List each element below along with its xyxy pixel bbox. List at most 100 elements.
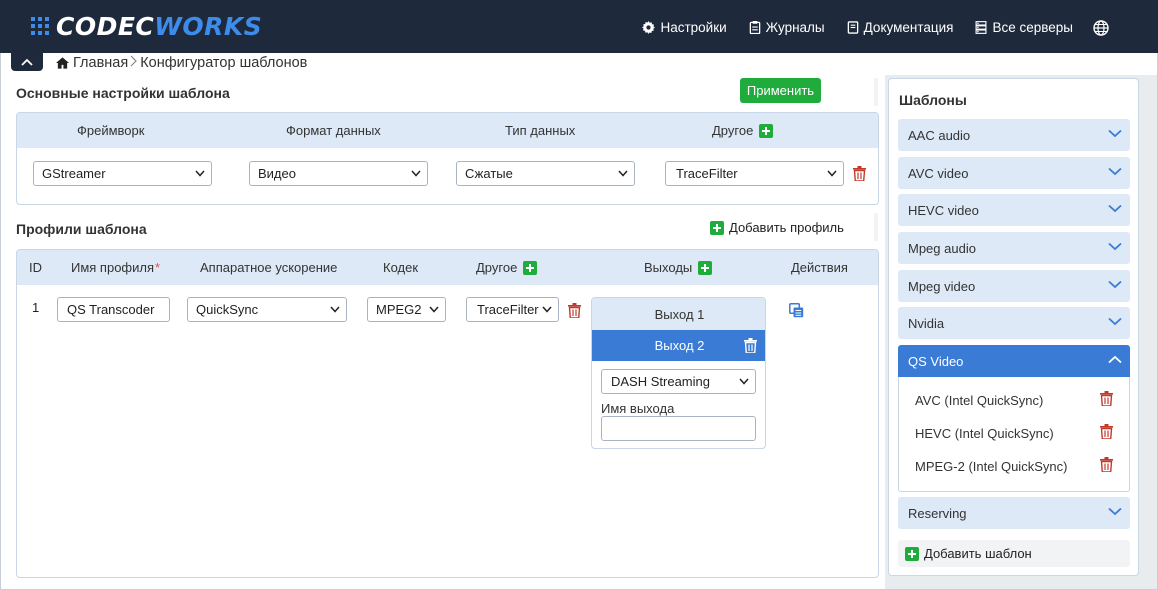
header-other: Другое xyxy=(712,123,774,138)
codec-select[interactable]: MPEG2 xyxy=(367,297,446,322)
collapse-header-button[interactable] xyxy=(11,53,43,71)
other-filter-select[interactable]: TraceFilter xyxy=(665,161,844,186)
output-protocol-value: DASH Streaming xyxy=(611,374,710,389)
header-framework: Фреймворк xyxy=(77,123,145,138)
chevron-down-icon xyxy=(1108,507,1122,516)
required-mark: * xyxy=(155,260,161,275)
hw-acceleration-value: QuickSync xyxy=(196,302,259,317)
template-item-avc-quicksync[interactable]: AVC (Intel QuickSync) xyxy=(915,393,1043,408)
templates-sidebar: Шаблоны AAC audio AVC video HEVC video M… xyxy=(888,78,1139,576)
qs-video-template-list: AVC (Intel QuickSync) HEVC (Intel QuickS… xyxy=(898,377,1130,492)
delete-profile-filter-trash-icon[interactable] xyxy=(568,303,581,318)
header-codec: Кодек xyxy=(383,260,419,275)
hw-acceleration-select[interactable]: QuickSync xyxy=(187,297,347,322)
panel-edge xyxy=(874,78,878,106)
template-item-mpeg2-quicksync[interactable]: MPEG-2 (Intel QuickSync) xyxy=(915,459,1067,474)
add-other-plus-icon[interactable] xyxy=(759,123,774,138)
output-tab-2-label: Выход 2 xyxy=(654,338,705,353)
add-template-button[interactable]: Добавить шаблон xyxy=(898,540,1130,567)
template-item-hevc-quicksync[interactable]: HEVC (Intel QuickSync) xyxy=(915,426,1054,441)
logo-grid-icon xyxy=(31,17,49,35)
template-group-label: Mpeg audio xyxy=(908,240,976,256)
profiles-title: Профили шаблона xyxy=(16,221,147,237)
output-tab-1[interactable]: Выход 1 xyxy=(592,298,765,330)
plus-icon xyxy=(710,220,724,235)
framework-value: GStreamer xyxy=(42,166,106,181)
chevron-down-icon xyxy=(618,170,628,177)
template-group-avc-video[interactable]: AVC video xyxy=(898,157,1130,189)
template-group-label: QS Video xyxy=(908,353,964,369)
basic-settings-card: Фреймворк Формат данных Тип данных Друго… xyxy=(16,112,879,205)
template-group-label: Mpeg video xyxy=(908,278,976,294)
journal-icon xyxy=(749,21,760,34)
add-output-plus-icon[interactable] xyxy=(698,260,713,275)
templates-title: Шаблоны xyxy=(899,92,967,108)
nav-all-servers-label: Все серверы xyxy=(992,20,1073,35)
header-profile-name-label: Имя профиля xyxy=(71,260,155,275)
language-globe-icon[interactable] xyxy=(1093,20,1109,39)
chevron-down-icon xyxy=(330,306,340,313)
breadcrumb-home[interactable]: Главная xyxy=(56,55,128,71)
output-name-input[interactable] xyxy=(601,416,756,441)
header-actions: Действия xyxy=(791,260,848,275)
template-group-aac-audio[interactable]: AAC audio xyxy=(898,119,1130,151)
chevron-down-icon xyxy=(1108,204,1122,213)
output-protocol-select[interactable]: DASH Streaming xyxy=(601,369,756,394)
apply-button[interactable]: Применить xyxy=(740,78,821,103)
add-profile-label: Добавить профиль xyxy=(729,220,844,235)
header-outputs-label: Выходы xyxy=(644,260,693,275)
top-navigation: Настройки Журналы Документация Все серве… xyxy=(620,1,1073,54)
nav-documentation[interactable]: Документация xyxy=(847,20,953,35)
header-data-format: Формат данных xyxy=(286,123,381,138)
breadcrumb-current: Конфигуратор шаблонов xyxy=(140,55,308,71)
breadcrumb-separator-icon xyxy=(130,55,138,71)
chevron-up-icon xyxy=(1108,355,1122,364)
template-group-label: AAC audio xyxy=(908,127,971,143)
chevron-down-icon xyxy=(1108,129,1122,138)
profile-filter-value: TraceFilter xyxy=(477,302,539,317)
plus-icon xyxy=(905,546,919,561)
profile-filter-select[interactable]: TraceFilter xyxy=(466,297,559,322)
chevron-down-icon xyxy=(411,170,421,177)
profile-name-value: QS Transcoder xyxy=(67,302,155,317)
chevron-down-icon xyxy=(739,378,749,385)
template-group-reserving[interactable]: Reserving xyxy=(898,497,1130,529)
breadcrumb: Главная Конфигуратор шаблонов xyxy=(56,55,307,71)
logo[interactable]: CODECWORKS xyxy=(31,11,262,41)
profile-name-input[interactable]: QS Transcoder xyxy=(57,297,170,322)
nav-all-servers[interactable]: Все серверы xyxy=(975,20,1073,35)
nav-journals[interactable]: Журналы xyxy=(749,20,825,35)
header-id: ID xyxy=(29,260,42,275)
framework-select[interactable]: GStreamer xyxy=(33,161,212,186)
add-profile-other-plus-icon[interactable] xyxy=(523,260,538,275)
add-template-label: Добавить шаблон xyxy=(924,546,1032,561)
template-group-label: Nvidia xyxy=(908,315,945,331)
delete-template-trash-icon[interactable] xyxy=(1100,424,1113,439)
header-profile-other: Другое xyxy=(476,260,538,275)
template-group-hevc-video[interactable]: HEVC video xyxy=(898,194,1130,226)
data-format-select[interactable]: Видео xyxy=(249,161,428,186)
data-type-select[interactable]: Сжатые xyxy=(456,161,635,186)
delete-filter-trash-icon[interactable] xyxy=(853,166,866,181)
chevron-up-icon xyxy=(21,58,33,66)
chevron-down-icon xyxy=(827,170,837,177)
delete-template-trash-icon[interactable] xyxy=(1100,391,1113,406)
template-group-nvidia[interactable]: Nvidia xyxy=(898,307,1130,339)
profile-id: 1 xyxy=(32,300,40,315)
template-group-qs-video[interactable]: QS Video xyxy=(898,345,1130,377)
add-profile-button[interactable]: Добавить профиль xyxy=(710,220,844,235)
output-tab-2[interactable]: Выход 2 xyxy=(592,330,765,361)
copy-profile-icon[interactable] xyxy=(789,303,804,318)
nav-settings-label: Настройки xyxy=(660,20,727,35)
outputs-panel: Выход 1 Выход 2 DASH Streaming Имя выход… xyxy=(591,297,766,449)
delete-output-trash-icon[interactable] xyxy=(744,338,757,353)
nav-settings[interactable]: Настройки xyxy=(642,20,727,35)
template-group-mpeg-video[interactable]: Mpeg video xyxy=(898,270,1130,302)
chevron-down-icon xyxy=(542,306,552,313)
other-filter-value: TraceFilter xyxy=(676,166,738,181)
template-group-mpeg-audio[interactable]: Mpeg audio xyxy=(898,232,1130,264)
delete-template-trash-icon[interactable] xyxy=(1100,457,1113,472)
header-profile-other-label: Другое xyxy=(476,260,518,275)
panel-edge xyxy=(874,213,878,241)
logo-text-codec: CODEC xyxy=(56,11,155,41)
